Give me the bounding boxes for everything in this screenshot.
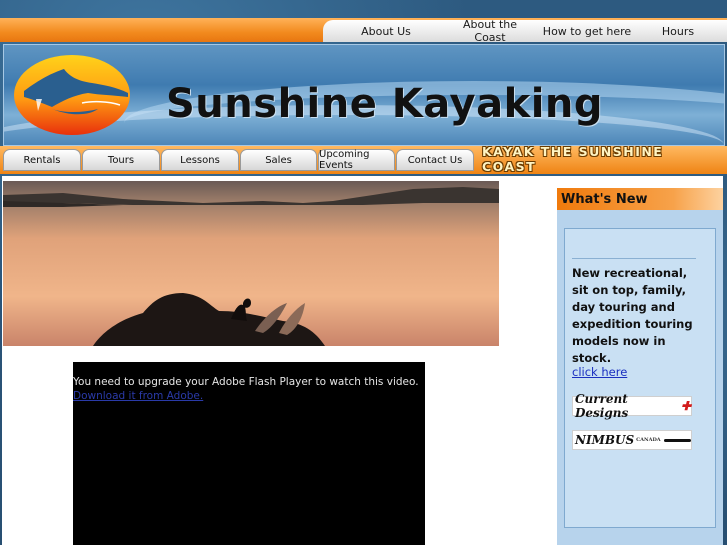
brand-name: Sunshine Kayaking [166, 81, 604, 127]
nimbus-logo-subtext: CANADA [636, 437, 661, 443]
tab-lessons[interactable]: Lessons [161, 149, 239, 171]
flash-upgrade-message: You need to upgrade your Adobe Flash Pla… [73, 376, 419, 388]
kayak-icon [663, 438, 691, 442]
tab-sales[interactable]: Sales [240, 149, 317, 171]
header-banner: Sunshine Kayaking [3, 44, 725, 146]
nav-hours[interactable]: Hours [643, 25, 713, 38]
top-nav: About Us About the Coast How to get here… [323, 18, 727, 44]
tab-rentals[interactable]: Rentals [3, 149, 81, 171]
tab-tours[interactable]: Tours [82, 149, 160, 171]
nimbus-logo-text: NIMBUS [575, 433, 635, 447]
sun-logo-icon [14, 55, 130, 135]
maple-leaf-icon: ✚ [680, 399, 691, 413]
click-here-link[interactable]: click here [572, 365, 627, 379]
divider [572, 258, 696, 259]
download-flash-link[interactable]: Download it from Adobe. [73, 390, 203, 402]
nimbus-logo[interactable]: NIMBUS CANADA [572, 430, 692, 450]
tab-upcoming-events[interactable]: Upcoming Events [318, 149, 395, 171]
video-placeholder: You need to upgrade your Adobe Flash Pla… [73, 362, 425, 545]
current-designs-logo-text: Current Designs [575, 392, 629, 420]
tab-contact-us[interactable]: Contact Us [396, 149, 474, 171]
nav-about-the-coast[interactable]: About the Coast [449, 18, 531, 44]
sunset-kayak-photo [3, 181, 499, 346]
page: About Us About the Coast How to get here… [0, 0, 727, 545]
nav-how-to-get-here[interactable]: How to get here [531, 25, 643, 38]
whats-new-heading: What's New [557, 188, 723, 210]
tagline: KAYAK THE SUNSHINE COAST [482, 144, 664, 174]
nav-about-us[interactable]: About Us [323, 25, 449, 38]
current-designs-logo[interactable]: Current Designs ✚ [572, 392, 692, 420]
whats-new-text: New recreational, sit on top, family, da… [572, 266, 693, 365]
